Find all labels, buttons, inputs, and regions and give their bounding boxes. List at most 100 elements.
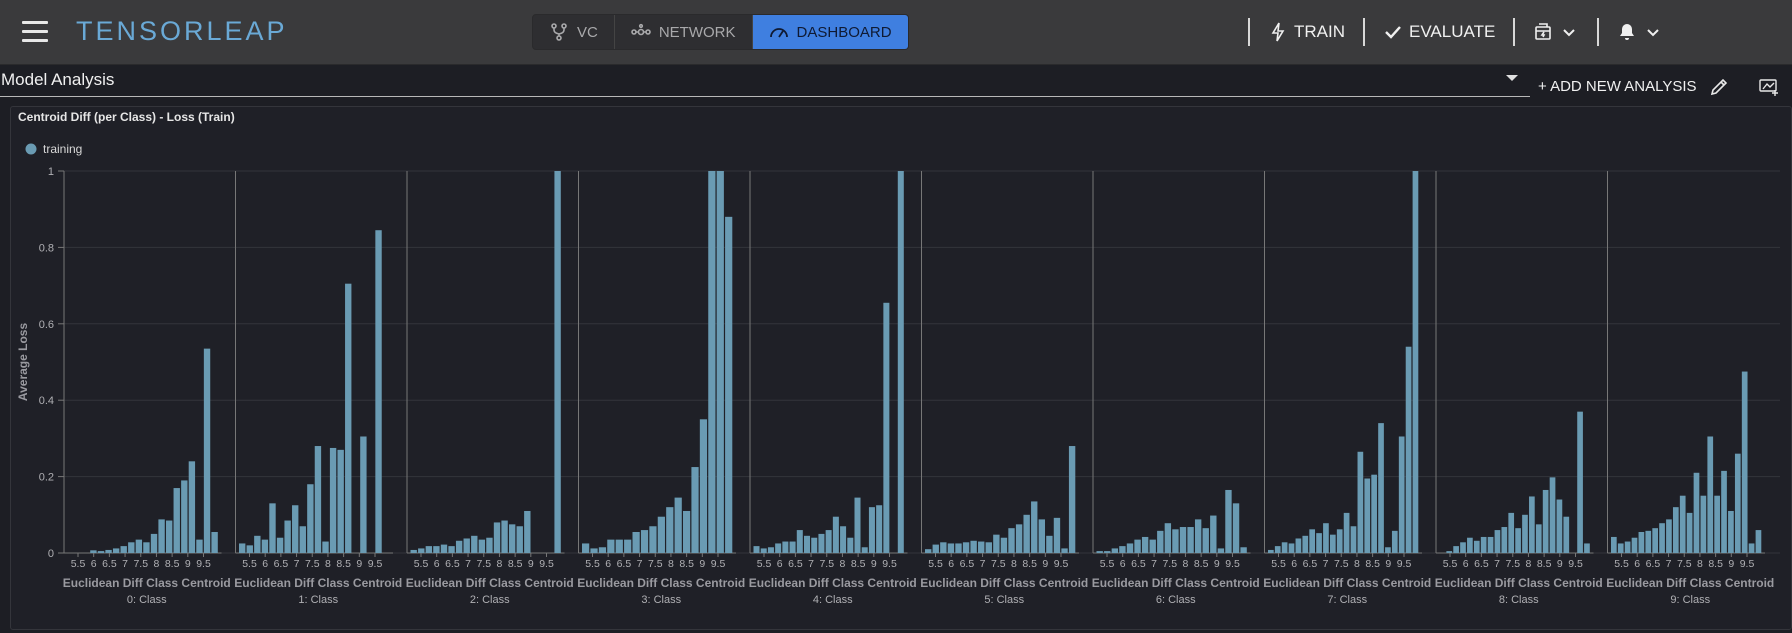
x-tick-label: 5.5 (414, 558, 429, 570)
x-tick-label: 9 (1557, 558, 1563, 570)
bar (1707, 436, 1714, 553)
bar (433, 546, 440, 553)
bar (1741, 371, 1748, 553)
bar (1111, 548, 1119, 553)
x-tick-label: 6 (1463, 558, 1469, 570)
bar (1508, 512, 1515, 553)
series-label: 5: Class (984, 594, 1024, 606)
x-tick-label: 5.5 (1614, 558, 1629, 570)
bar (1023, 514, 1030, 553)
bar (1755, 530, 1762, 553)
bar (524, 510, 531, 553)
y-tick-label: 1 (48, 166, 54, 178)
bar (1460, 542, 1466, 553)
bar (1453, 546, 1459, 553)
x-tick-label: 8 (1526, 558, 1532, 570)
bar (1202, 528, 1209, 553)
bar (1000, 537, 1008, 553)
bar (292, 505, 299, 553)
bar (1686, 512, 1693, 553)
x-tick-label: 7.5 (1334, 558, 1349, 570)
bar (1357, 451, 1364, 553)
bar (1734, 453, 1741, 553)
x-tick-label: 7.5 (991, 558, 1006, 570)
x-tick-label: 6 (1120, 558, 1126, 570)
x-tick-label: 9 (1214, 558, 1220, 570)
x-tick-label: 9 (185, 558, 191, 570)
x-tick-label: 8 (668, 558, 674, 570)
bar (1501, 527, 1508, 553)
bar (674, 497, 682, 553)
bar (128, 542, 135, 553)
y-tick-label: 0.8 (39, 242, 54, 254)
bar (1480, 536, 1487, 553)
x-tick-label: 8.5 (165, 558, 180, 570)
series-label: 7: Class (1327, 594, 1367, 606)
x-tick-label: 5.5 (242, 558, 257, 570)
series-label: 9: Class (1670, 594, 1710, 606)
bar (269, 503, 276, 553)
x-tick-label: 9.5 (1225, 558, 1240, 570)
bar (649, 526, 657, 553)
x-tick-label: 7 (1151, 558, 1157, 570)
bar (1046, 535, 1053, 553)
bar (375, 230, 382, 553)
x-tick-label: 6.5 (788, 558, 803, 570)
bar (1217, 548, 1225, 553)
x-tick-label: 7.5 (819, 558, 834, 570)
bar (1015, 524, 1023, 553)
x-tick-label: 6.5 (1474, 558, 1489, 570)
bar (825, 530, 832, 553)
bar (691, 467, 699, 553)
x-tick-label: 5.5 (1271, 558, 1286, 570)
bar (840, 526, 847, 553)
bar (1652, 528, 1659, 553)
bar (1494, 530, 1501, 553)
bar (1232, 503, 1240, 553)
bar (1096, 551, 1103, 553)
bar (708, 171, 716, 553)
legend-marker (25, 143, 37, 155)
x-tick-label: 7 (1494, 558, 1500, 570)
bar (299, 526, 306, 553)
bar (239, 543, 246, 553)
bar (90, 550, 97, 553)
bar (203, 348, 211, 553)
bar (1104, 551, 1111, 553)
bar (947, 543, 955, 553)
bar (683, 510, 691, 553)
bar (1645, 530, 1652, 553)
bar (1624, 541, 1631, 553)
x-axis-label: Euclidean Diff Class Centroid (1435, 576, 1603, 590)
x-tick-label: 7 (1323, 558, 1329, 570)
bar (818, 533, 825, 553)
bar (501, 520, 508, 553)
bar (955, 543, 962, 553)
bar (508, 524, 516, 553)
bar (832, 516, 839, 553)
bar (847, 537, 854, 553)
x-tick-label: 8 (497, 558, 503, 570)
bar (440, 544, 448, 553)
bar (1187, 527, 1194, 553)
bar (1535, 524, 1542, 553)
bar (1672, 507, 1679, 553)
bar (1412, 171, 1419, 553)
bar (753, 546, 760, 553)
bar (478, 539, 486, 553)
bar (1210, 515, 1217, 553)
bar (345, 283, 352, 553)
bar (410, 549, 417, 553)
bar (261, 539, 269, 553)
x-axis-label: Euclidean Diff Class Centroid (63, 576, 231, 590)
bar (314, 446, 322, 553)
bar (1336, 529, 1343, 553)
bar (196, 539, 203, 553)
x-tick-label: 7.5 (133, 558, 148, 570)
bar (1446, 551, 1453, 553)
bar (1529, 496, 1535, 553)
bar (1611, 536, 1617, 553)
bar (897, 171, 904, 553)
y-tick-label: 0.6 (39, 319, 54, 331)
bar (582, 543, 590, 553)
